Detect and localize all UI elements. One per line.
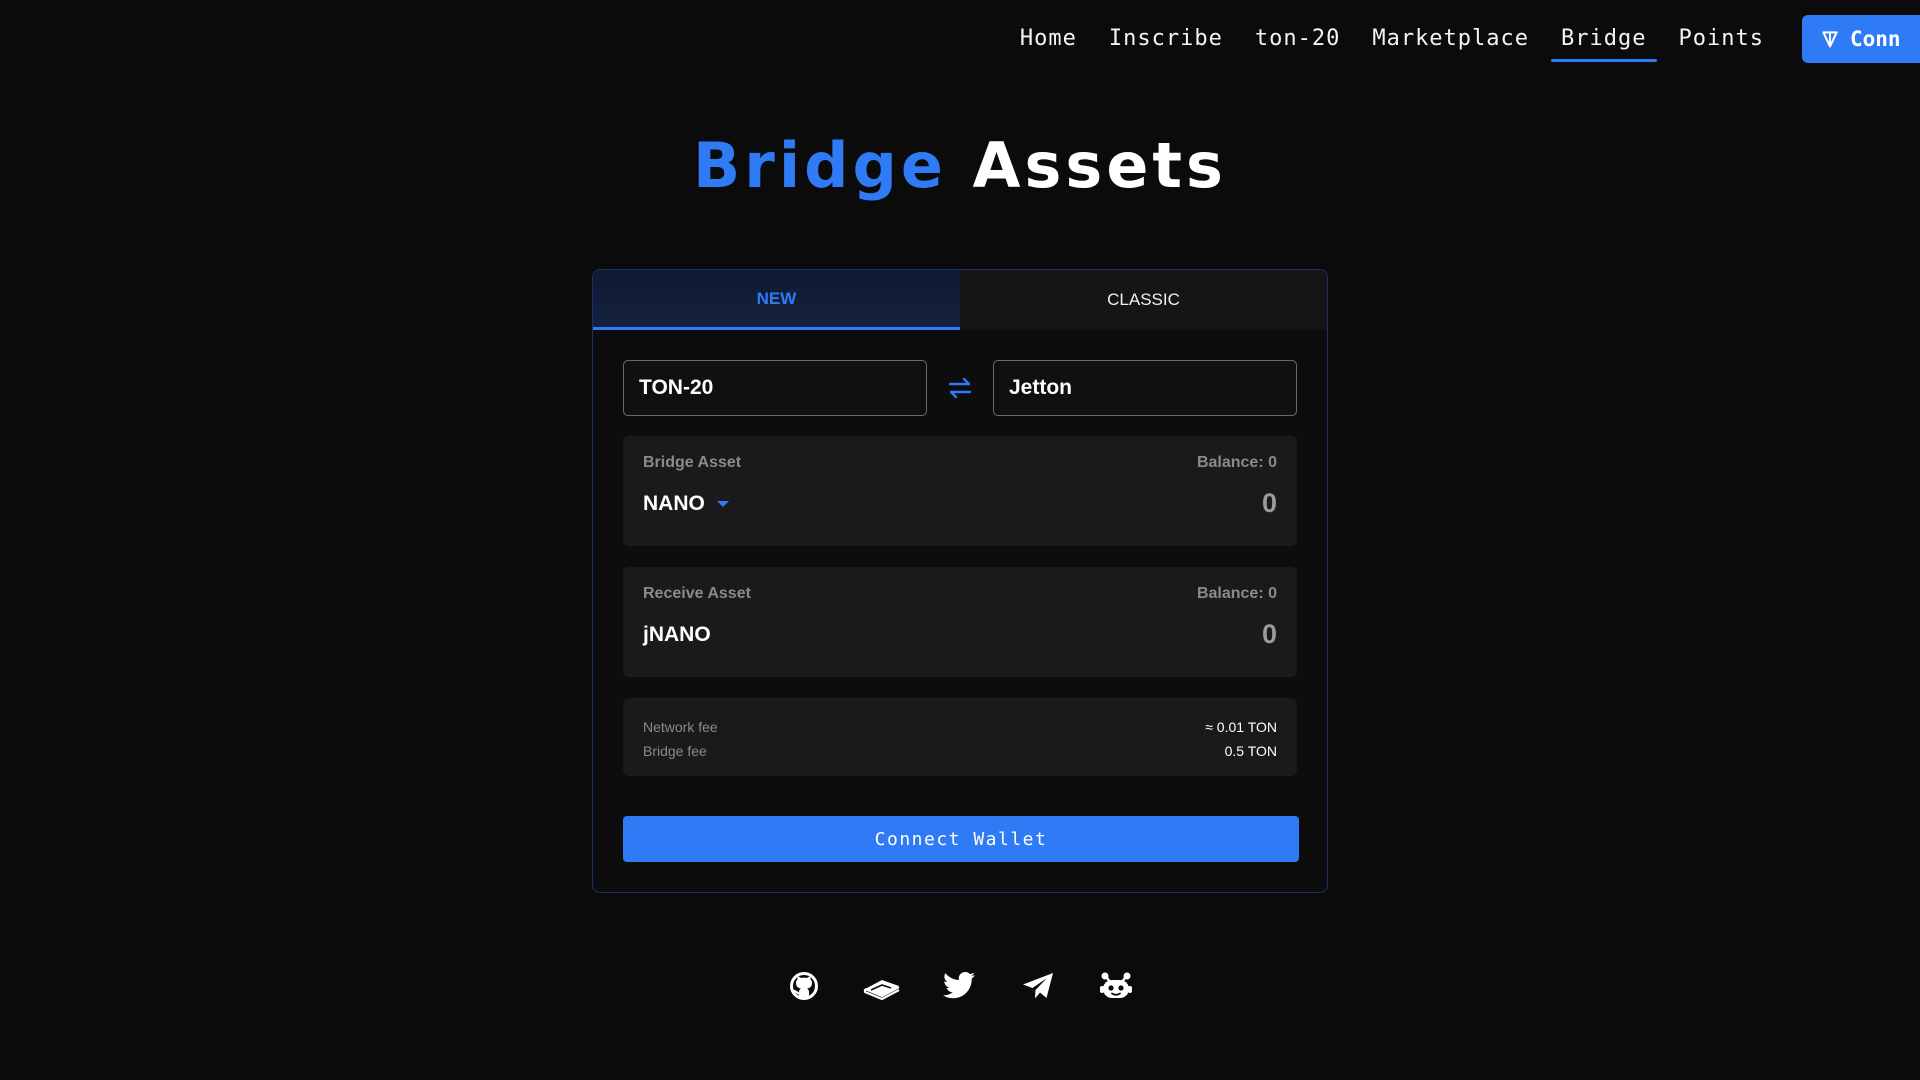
bridge-fee-label: Bridge fee: [643, 743, 707, 759]
gitbook-icon: [863, 980, 900, 1001]
nav-link-home[interactable]: Home: [1010, 0, 1087, 78]
receive-amount-input: [1077, 619, 1277, 650]
bridge-form: TON-20 Jetton Bridge Asset Balance: 0 NA…: [593, 330, 1327, 862]
receive-asset-token-wrap: jNANO: [643, 623, 711, 647]
gitbook-link[interactable]: [862, 966, 902, 1006]
page-title-accent: Bridge: [693, 129, 947, 202]
nav-link-inscribe[interactable]: Inscribe: [1099, 0, 1233, 78]
bridge-asset-panel: Bridge Asset Balance: 0 NANO: [623, 436, 1297, 546]
bridge-asset-label: Bridge Asset: [643, 454, 742, 471]
github-icon: [790, 972, 818, 1000]
receive-asset-token: jNANO: [643, 622, 711, 646]
nav-link-bridge[interactable]: Bridge: [1551, 0, 1658, 78]
network-fee-label: Network fee: [643, 719, 718, 735]
bridge-amount-input[interactable]: [1077, 488, 1277, 519]
receive-asset-balance: Balance: 0: [1196, 585, 1277, 602]
chevron-down-icon: [716, 500, 729, 507]
connect-wallet-button[interactable]: Connect Wallet: [623, 816, 1299, 862]
discord-bot-icon: [1100, 972, 1132, 998]
nav-link-marketplace[interactable]: Marketplace: [1362, 0, 1539, 78]
nav-link-points[interactable]: Points: [1669, 0, 1774, 78]
twitter-icon: [943, 972, 975, 999]
telegram-link[interactable]: [1018, 966, 1058, 1006]
network-fee-value: ≈ 0.01 TON: [1205, 719, 1277, 735]
connect-wallet-top-label: Conn: [1850, 27, 1901, 51]
fees-panel: Network fee ≈ 0.01 TON Bridge fee 0.5 TO…: [623, 698, 1297, 776]
swap-arrows-icon: [948, 377, 972, 399]
bridge-tabs: NEW CLASSIC: [593, 270, 1327, 330]
top-nav: Home Inscribe ton-20 Marketplace Bridge …: [1004, 0, 1920, 78]
nav-link-ton-20[interactable]: ton-20: [1245, 0, 1350, 78]
page-title-main: Assets: [972, 129, 1227, 202]
standard-selectors: TON-20 Jetton: [623, 360, 1297, 416]
ton-icon: [1822, 31, 1838, 48]
twitter-link[interactable]: [940, 966, 980, 1006]
swap-direction-button[interactable]: [940, 368, 980, 408]
receive-asset-label: Receive Asset: [643, 585, 751, 602]
bridge-asset-token: NANO: [643, 491, 705, 515]
connect-wallet-top-button[interactable]: Conn: [1802, 15, 1920, 63]
to-standard-select[interactable]: Jetton: [993, 360, 1297, 416]
social-links: [0, 966, 1920, 1006]
bridge-asset-balance: Balance: 0: [1196, 454, 1277, 471]
github-link[interactable]: [784, 966, 824, 1006]
discord-link[interactable]: [1096, 966, 1136, 1006]
receive-asset-panel: Receive Asset Balance: 0 jNANO: [623, 567, 1297, 677]
bridge-card: NEW CLASSIC TON-20 Jetton Bridge Asset B…: [592, 269, 1328, 893]
bridge-fee-value: 0.5 TON: [1224, 743, 1277, 759]
from-standard-select[interactable]: TON-20: [623, 360, 927, 416]
tab-classic[interactable]: CLASSIC: [960, 270, 1327, 330]
network-fee-row: Network fee ≈ 0.01 TON: [643, 715, 1277, 739]
nav-links: Home Inscribe ton-20 Marketplace Bridge …: [1004, 0, 1780, 78]
page-title: Bridge Assets: [0, 126, 1920, 206]
bridge-asset-dropdown[interactable]: NANO: [643, 492, 729, 516]
telegram-icon: [1023, 973, 1053, 999]
tab-new[interactable]: NEW: [593, 270, 960, 330]
bridge-fee-row: Bridge fee 0.5 TON: [643, 739, 1277, 763]
